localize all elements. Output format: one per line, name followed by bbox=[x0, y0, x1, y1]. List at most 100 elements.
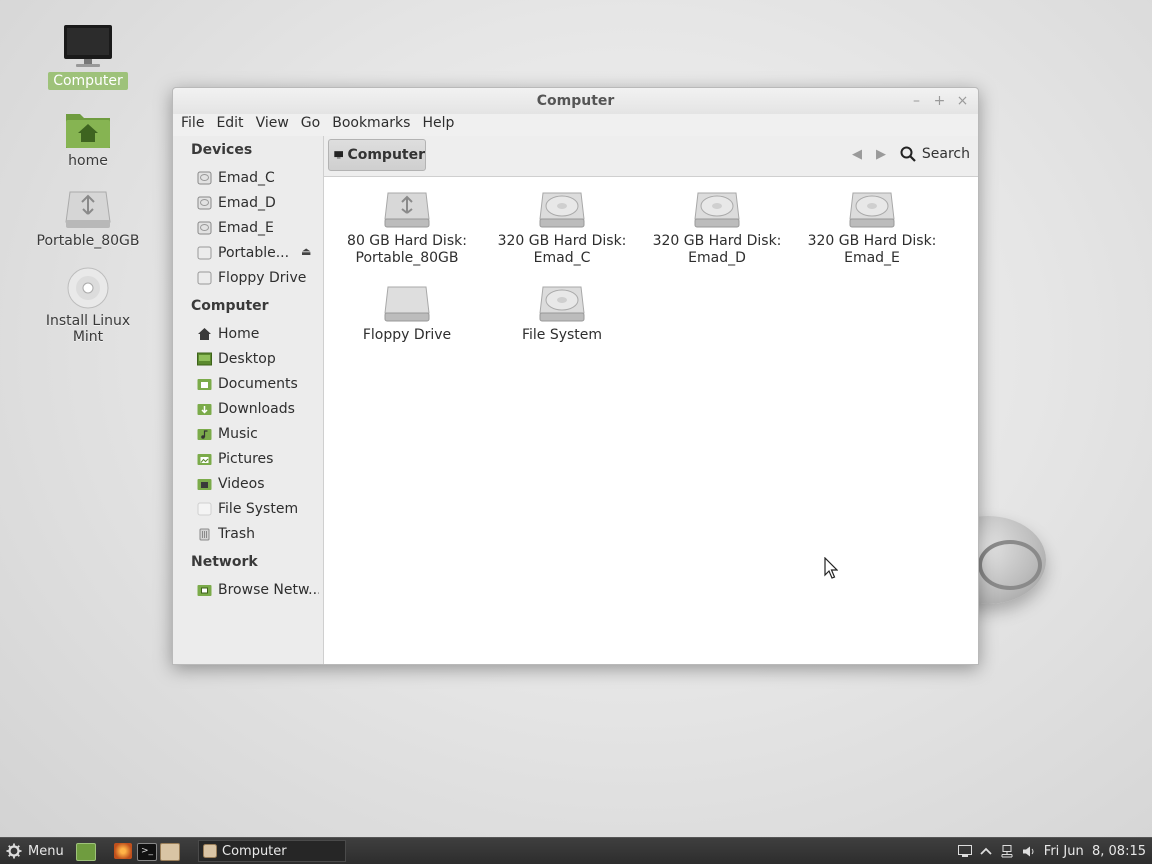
hard-disk-icon bbox=[539, 192, 585, 228]
clock[interactable]: Fri Jun 8, 08:15 bbox=[1044, 844, 1146, 859]
sidebar-item-desktop[interactable]: Desktop bbox=[197, 348, 319, 370]
sidebar-item-browse-network[interactable]: Browse Netw... bbox=[197, 579, 319, 601]
sidebar-item-label: Emad_E bbox=[218, 220, 274, 236]
menu-bookmarks[interactable]: Bookmarks bbox=[326, 111, 416, 135]
toolbar: Computer ◀ ▶ Search bbox=[324, 136, 978, 177]
taskbar-task-computer[interactable]: Computer bbox=[198, 840, 346, 862]
sidebar-item-music[interactable]: Music bbox=[197, 423, 319, 445]
sidebar-section-network: Network bbox=[191, 554, 258, 570]
drive-label: File System bbox=[521, 327, 603, 343]
file-system-icon bbox=[197, 502, 212, 516]
chevron-up-icon[interactable] bbox=[980, 846, 992, 856]
sidebar-item-emad-e[interactable]: Emad_E bbox=[197, 217, 319, 239]
hard-disk-icon bbox=[197, 171, 212, 185]
sidebar-item-label: Floppy Drive bbox=[218, 270, 307, 286]
taskbar: Menu >_ Computer Fri Jun 8, 08:15 bbox=[0, 837, 1152, 864]
file-manager-window: Computer – + × File Edit View Go Bookmar… bbox=[172, 87, 979, 665]
hard-disk-icon bbox=[197, 221, 212, 235]
drive-item-emad-e[interactable]: 320 GB Hard Disk: Emad_E bbox=[797, 191, 947, 267]
menu-edit[interactable]: Edit bbox=[210, 111, 249, 135]
sidebar-item-trash[interactable]: Trash bbox=[197, 523, 319, 545]
sidebar-item-label: Videos bbox=[218, 476, 265, 492]
search-icon bbox=[900, 146, 916, 162]
drive-label: 320 GB Hard Disk: bbox=[807, 233, 937, 249]
usb-drive-icon bbox=[65, 191, 111, 228]
sidebar-item-label: Music bbox=[218, 426, 258, 442]
drive-item-floppy[interactable]: Floppy Drive bbox=[332, 285, 482, 344]
desktop-icon-portable[interactable]: Portable_80GB bbox=[28, 188, 148, 250]
eject-icon[interactable]: ⏏ bbox=[301, 245, 311, 258]
drive-item-emad-c[interactable]: 320 GB Hard Disk: Emad_C bbox=[487, 191, 637, 267]
sidebar-item-home[interactable]: Home bbox=[197, 323, 319, 345]
system-tray: Fri Jun 8, 08:15 bbox=[957, 838, 1146, 864]
sidebar-item-documents[interactable]: Documents bbox=[197, 373, 319, 395]
desktop-icon-home[interactable]: home bbox=[28, 108, 148, 170]
menu-go[interactable]: Go bbox=[295, 111, 326, 135]
sidebar-item-label: Portable... bbox=[218, 245, 290, 261]
hard-disk-icon bbox=[849, 192, 895, 228]
sidebar-item-label: Browse Netw... bbox=[218, 582, 319, 598]
drive-label: Portable_80GB bbox=[355, 250, 459, 266]
sidebar-item-file-system[interactable]: File System bbox=[197, 498, 319, 520]
sidebar-item-label: Pictures bbox=[218, 451, 274, 467]
file-manager-icon[interactable] bbox=[160, 843, 180, 861]
workspace-icon[interactable] bbox=[957, 844, 972, 858]
desktop-icon-install[interactable]: Install Linux Mint bbox=[28, 266, 148, 346]
location-button-computer[interactable]: Computer bbox=[328, 139, 426, 171]
sidebar-item-emad-d[interactable]: Emad_D bbox=[197, 192, 319, 214]
terminal-icon[interactable]: >_ bbox=[137, 843, 157, 861]
sidebar-item-label: Emad_D bbox=[218, 195, 276, 211]
network-icon[interactable] bbox=[1000, 844, 1014, 858]
desktop-icon-label: home bbox=[68, 153, 108, 169]
firefox-icon[interactable] bbox=[114, 843, 132, 859]
home-icon bbox=[198, 328, 211, 340]
back-button[interactable]: ◀ bbox=[852, 147, 862, 162]
task-label: Computer bbox=[222, 843, 287, 859]
desktop-icon-label: Portable_80GB bbox=[36, 233, 140, 249]
sidebar-item-label: Home bbox=[218, 326, 260, 342]
drive-label: 320 GB Hard Disk: bbox=[652, 233, 782, 249]
sidebar-item-videos[interactable]: Videos bbox=[197, 473, 319, 495]
usb-drive-icon bbox=[197, 246, 212, 260]
volume-icon[interactable] bbox=[1022, 845, 1036, 858]
optical-disc-icon bbox=[67, 267, 109, 309]
sidebar-item-label: Trash bbox=[218, 526, 255, 542]
trash-icon bbox=[199, 528, 210, 541]
drive-label: 320 GB Hard Disk: bbox=[497, 233, 627, 249]
drive-label: Emad_D bbox=[688, 250, 746, 266]
drive-label: 80 GB Hard Disk: bbox=[347, 233, 467, 249]
forward-button[interactable]: ▶ bbox=[876, 147, 886, 162]
desktop-icon-computer[interactable]: Computer bbox=[28, 24, 148, 90]
sidebar-section-computer: Computer bbox=[191, 298, 269, 314]
sidebar-item-pictures[interactable]: Pictures bbox=[197, 448, 319, 470]
sidebar-item-downloads[interactable]: Downloads bbox=[197, 398, 319, 420]
drive-item-portable[interactable]: 80 GB Hard Disk: Portable_80GB bbox=[332, 191, 482, 267]
sidebar-item-portable[interactable]: Portable... bbox=[197, 242, 293, 264]
drive-item-file-system[interactable]: File System bbox=[487, 285, 637, 344]
downloads-folder-icon bbox=[197, 404, 212, 415]
drive-item-emad-d[interactable]: 320 GB Hard Disk: Emad_D bbox=[642, 191, 792, 267]
gear-icon bbox=[6, 843, 22, 859]
start-menu-button[interactable]: Menu bbox=[6, 838, 64, 864]
location-label: Computer bbox=[347, 147, 425, 163]
sidebar-item-label: Downloads bbox=[218, 401, 295, 417]
drive-label: Emad_E bbox=[844, 250, 900, 266]
sidebar-item-floppy[interactable]: Floppy Drive bbox=[197, 267, 319, 289]
sidebar-section-devices: Devices bbox=[191, 142, 253, 158]
sidebar-item-label: Emad_C bbox=[218, 170, 275, 186]
file-view: 80 GB Hard Disk: Portable_80GB 320 GB Ha… bbox=[324, 177, 978, 664]
desktop-icon-label: Install Linux Mint bbox=[45, 313, 131, 345]
hard-disk-icon bbox=[197, 196, 212, 210]
monitor-icon bbox=[334, 151, 344, 159]
usb-drive-icon bbox=[384, 192, 430, 228]
menu-file[interactable]: File bbox=[175, 111, 210, 135]
menu-help[interactable]: Help bbox=[416, 111, 460, 135]
menu-view[interactable]: View bbox=[250, 111, 295, 135]
floppy-drive-icon bbox=[384, 286, 430, 322]
search-button[interactable]: Search bbox=[900, 146, 970, 162]
sidebar-item-emad-c[interactable]: Emad_C bbox=[197, 167, 319, 189]
drive-label: Emad_C bbox=[533, 250, 591, 266]
mouse-cursor-icon bbox=[824, 557, 838, 579]
show-desktop-icon[interactable] bbox=[76, 843, 96, 861]
home-folder-icon bbox=[66, 114, 110, 148]
